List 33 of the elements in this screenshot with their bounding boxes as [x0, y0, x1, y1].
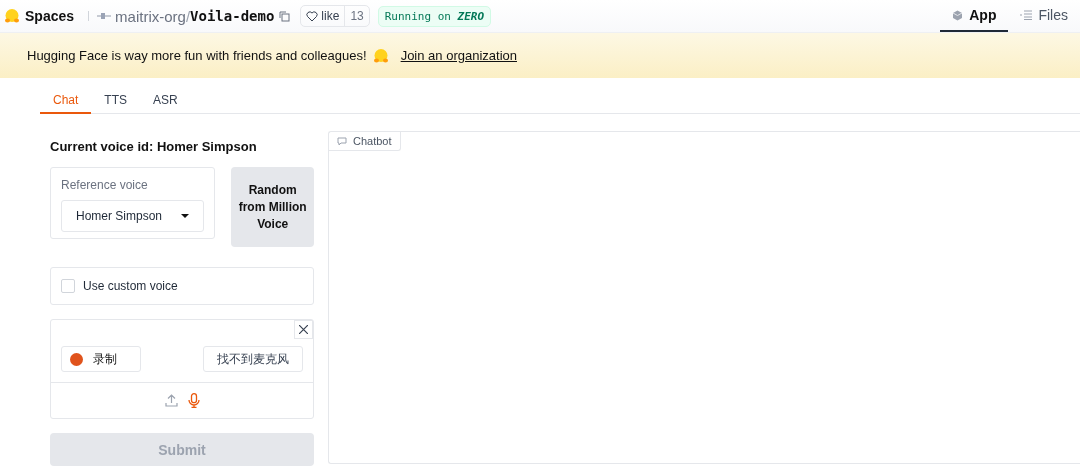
path-separator: / — [185, 7, 191, 25]
nav-tab[interactable]: Files — [1008, 0, 1080, 32]
runtime-badge: Running on ZERO — [377, 5, 492, 27]
hugging-emoji-icon — [4, 8, 20, 24]
close-icon — [299, 325, 308, 334]
heart-icon — [306, 10, 319, 22]
upload-icon[interactable] — [164, 394, 178, 407]
voice-heading: Current voice id: Homer Simpson — [50, 139, 258, 154]
record-button[interactable]: 录制 — [61, 346, 141, 372]
join-link[interactable]: Join an organization — [400, 48, 517, 63]
voice-dropdown[interactable]: Homer Simpson — [61, 200, 205, 232]
random-voice-button[interactable]: Random from Million Voice — [231, 167, 314, 247]
spaces-link[interactable]: Spaces — [25, 8, 75, 24]
microphone-button[interactable]: 找不到麦克风 — [203, 346, 303, 372]
owner-link[interactable]: maitrix-org — [115, 7, 186, 25]
file-list-icon — [1020, 10, 1033, 20]
checkbox[interactable] — [61, 279, 75, 293]
tab[interactable]: ASR — [140, 88, 191, 114]
chat-icon — [337, 136, 347, 146]
like-button[interactable]: like 13 — [300, 5, 370, 27]
hugging-emoji-icon — [372, 47, 389, 64]
chatbot-label: Chatbot — [329, 132, 401, 151]
copy-icon[interactable] — [279, 10, 291, 22]
banner-message: Hugging Face is way more fun with friends and colleagues! — [27, 48, 367, 63]
tab[interactable]: TTS — [91, 88, 141, 114]
field-label: Reference voice — [61, 178, 149, 192]
microphone-icon[interactable] — [187, 393, 200, 408]
custom-voice-checkbox[interactable]: Use custom voice — [50, 267, 314, 305]
cube-icon — [952, 9, 964, 21]
tab[interactable]: Chat — [40, 88, 92, 114]
close-button[interactable] — [294, 320, 313, 339]
repo-name: Voila-demo — [190, 8, 275, 24]
caret-icon — [181, 214, 190, 218]
